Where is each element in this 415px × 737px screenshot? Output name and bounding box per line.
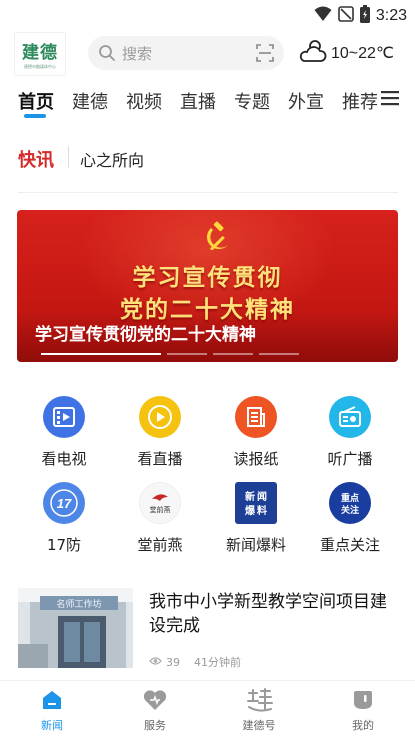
active-tab-indicator xyxy=(24,114,46,118)
news-thumbnail: 名师工作坊 xyxy=(18,588,133,668)
signal-off-icon xyxy=(338,6,354,26)
quick-link-label: 堂前燕 xyxy=(137,536,183,554)
channel-tabs: 首页 建德 视频 直播 专题 外宣 推荐 xyxy=(0,84,415,124)
news-tip-icon-text-2: 爆料 xyxy=(245,504,267,517)
profile-icon xyxy=(323,687,403,713)
nav-jiande-account[interactable]: 建德号 xyxy=(219,687,299,733)
quick-link-news-tip[interactable]: 新闻 爆料 新闻爆料 xyxy=(206,482,306,562)
nav-label: 服务 xyxy=(144,719,166,732)
status-bar: 3:23 xyxy=(0,0,415,30)
quick-links-grid: 看电视 看直播 读报纸 听广播 17 17防 堂前燕 堂前燕 新闻 爆料 新闻爆料 xyxy=(0,394,415,564)
quick-link-label: 听广播 xyxy=(327,450,373,468)
jiande-account-icon xyxy=(219,687,299,713)
carousel-dot[interactable] xyxy=(167,353,207,355)
menu-icon[interactable] xyxy=(381,90,399,110)
news-title[interactable]: 我市中小学新型教学空间项目建设完成 xyxy=(149,590,399,638)
quick-link-focus[interactable]: 重点 关注 重点关注 xyxy=(300,482,400,562)
logo-subtitle: 建德市融媒体中心 xyxy=(24,64,56,69)
nav-news[interactable]: 新闻 xyxy=(12,687,92,733)
quick-link-label: 看电视 xyxy=(41,450,87,468)
quick-link-label: 17防 xyxy=(46,536,82,554)
tv-icon xyxy=(43,396,85,438)
search-bar[interactable]: 搜索 xyxy=(88,36,284,70)
flash-headline[interactable]: 心之所向 xyxy=(80,147,144,171)
carousel-indicators xyxy=(41,353,299,355)
thumb-sign-text: 名师工作坊 xyxy=(56,598,101,610)
status-time: 3:23 xyxy=(375,7,407,24)
party-emblem-icon xyxy=(203,220,233,254)
nav-service[interactable]: 服务 xyxy=(115,687,195,733)
quick-link-tv[interactable]: 看电视 xyxy=(14,396,114,476)
app-logo[interactable]: 建德 建德市融媒体中心 xyxy=(14,32,66,76)
bottom-nav: 新闻 服务 建德号 我的 xyxy=(0,680,415,737)
news-home-icon xyxy=(12,687,92,713)
focus-icon-text-1: 重点 xyxy=(341,492,359,504)
flash-divider xyxy=(68,146,69,168)
carousel-dot[interactable] xyxy=(213,353,253,355)
focus-icon: 重点 关注 xyxy=(329,482,371,524)
quick-link-label: 新闻爆料 xyxy=(225,536,286,554)
news-meta: 39 41分钟前 xyxy=(149,654,241,670)
newspaper-icon xyxy=(235,396,277,438)
weather-temperature: 10~22℃ xyxy=(331,45,394,62)
flash-label: 快讯 xyxy=(18,150,54,171)
17fang-icon: 17 xyxy=(43,482,85,524)
nav-label: 建德号 xyxy=(242,719,276,732)
focus-icon-text-2: 关注 xyxy=(341,504,359,516)
banner-caption: 学习宣传贯彻党的二十大精神 xyxy=(35,325,256,345)
tangqianyan-icon: 堂前燕 xyxy=(139,482,181,524)
quick-link-17fang[interactable]: 17 17防 xyxy=(14,482,114,562)
quick-link-label: 看直播 xyxy=(137,450,183,468)
divider xyxy=(18,192,398,193)
tab-external[interactable]: 外宣 xyxy=(288,88,324,114)
tab-live[interactable]: 直播 xyxy=(180,88,216,114)
banner-carousel[interactable]: 学习宣传贯彻 党的二十大精神 学习宣传贯彻党的二十大精神 xyxy=(17,210,398,362)
banner-title-line1: 学习宣传贯彻 xyxy=(132,264,283,291)
nav-label: 新闻 xyxy=(41,719,63,732)
radio-icon xyxy=(329,396,371,438)
tab-home[interactable]: 首页 xyxy=(18,88,54,114)
news-time: 41分钟前 xyxy=(194,656,241,669)
play-icon xyxy=(139,396,181,438)
quick-link-radio[interactable]: 听广播 xyxy=(300,396,400,476)
quick-link-label: 重点关注 xyxy=(319,536,380,554)
tab-jiande[interactable]: 建德 xyxy=(72,88,108,114)
header: 建德 建德市融媒体中心 搜索 10~22℃ xyxy=(0,28,415,78)
carousel-dot[interactable] xyxy=(259,353,299,355)
tab-video[interactable]: 视频 xyxy=(126,88,162,114)
quick-link-live[interactable]: 看直播 xyxy=(110,396,210,476)
news-views: 39 xyxy=(166,655,180,669)
eye-icon xyxy=(149,656,162,669)
tangqianyan-icon-text: 堂前燕 xyxy=(150,505,171,514)
cloudy-weather-icon xyxy=(298,38,328,68)
quick-link-label: 读报纸 xyxy=(233,450,279,468)
news-list-item[interactable]: 名师工作坊 我市中小学新型教学空间项目建设完成 39 41分钟前 xyxy=(18,588,399,670)
tab-recommend[interactable]: 推荐 xyxy=(342,88,378,114)
logo-title: 建德 xyxy=(22,43,58,63)
heart-icon xyxy=(115,687,195,713)
weather-widget[interactable]: 10~22℃ xyxy=(298,38,394,68)
flash-news-bar[interactable]: 快讯 心之所向 xyxy=(18,138,398,178)
nav-label: 我的 xyxy=(352,719,374,732)
battery-icon xyxy=(359,5,370,27)
17fang-icon-text: 17 xyxy=(57,496,72,511)
nav-mine[interactable]: 我的 xyxy=(323,687,403,733)
status-icons: 3:23 xyxy=(314,5,407,27)
search-icon xyxy=(98,44,116,66)
wifi-icon xyxy=(314,6,332,26)
carousel-dot[interactable] xyxy=(41,353,161,355)
scan-icon[interactable] xyxy=(256,44,274,66)
news-tip-icon-text-1: 新闻 xyxy=(245,490,267,503)
search-placeholder: 搜索 xyxy=(122,45,153,63)
quick-link-tangqianyan[interactable]: 堂前燕 堂前燕 xyxy=(110,482,210,562)
quick-link-newspaper[interactable]: 读报纸 xyxy=(206,396,306,476)
tab-special[interactable]: 专题 xyxy=(234,88,270,114)
news-tip-icon: 新闻 爆料 xyxy=(235,482,277,524)
